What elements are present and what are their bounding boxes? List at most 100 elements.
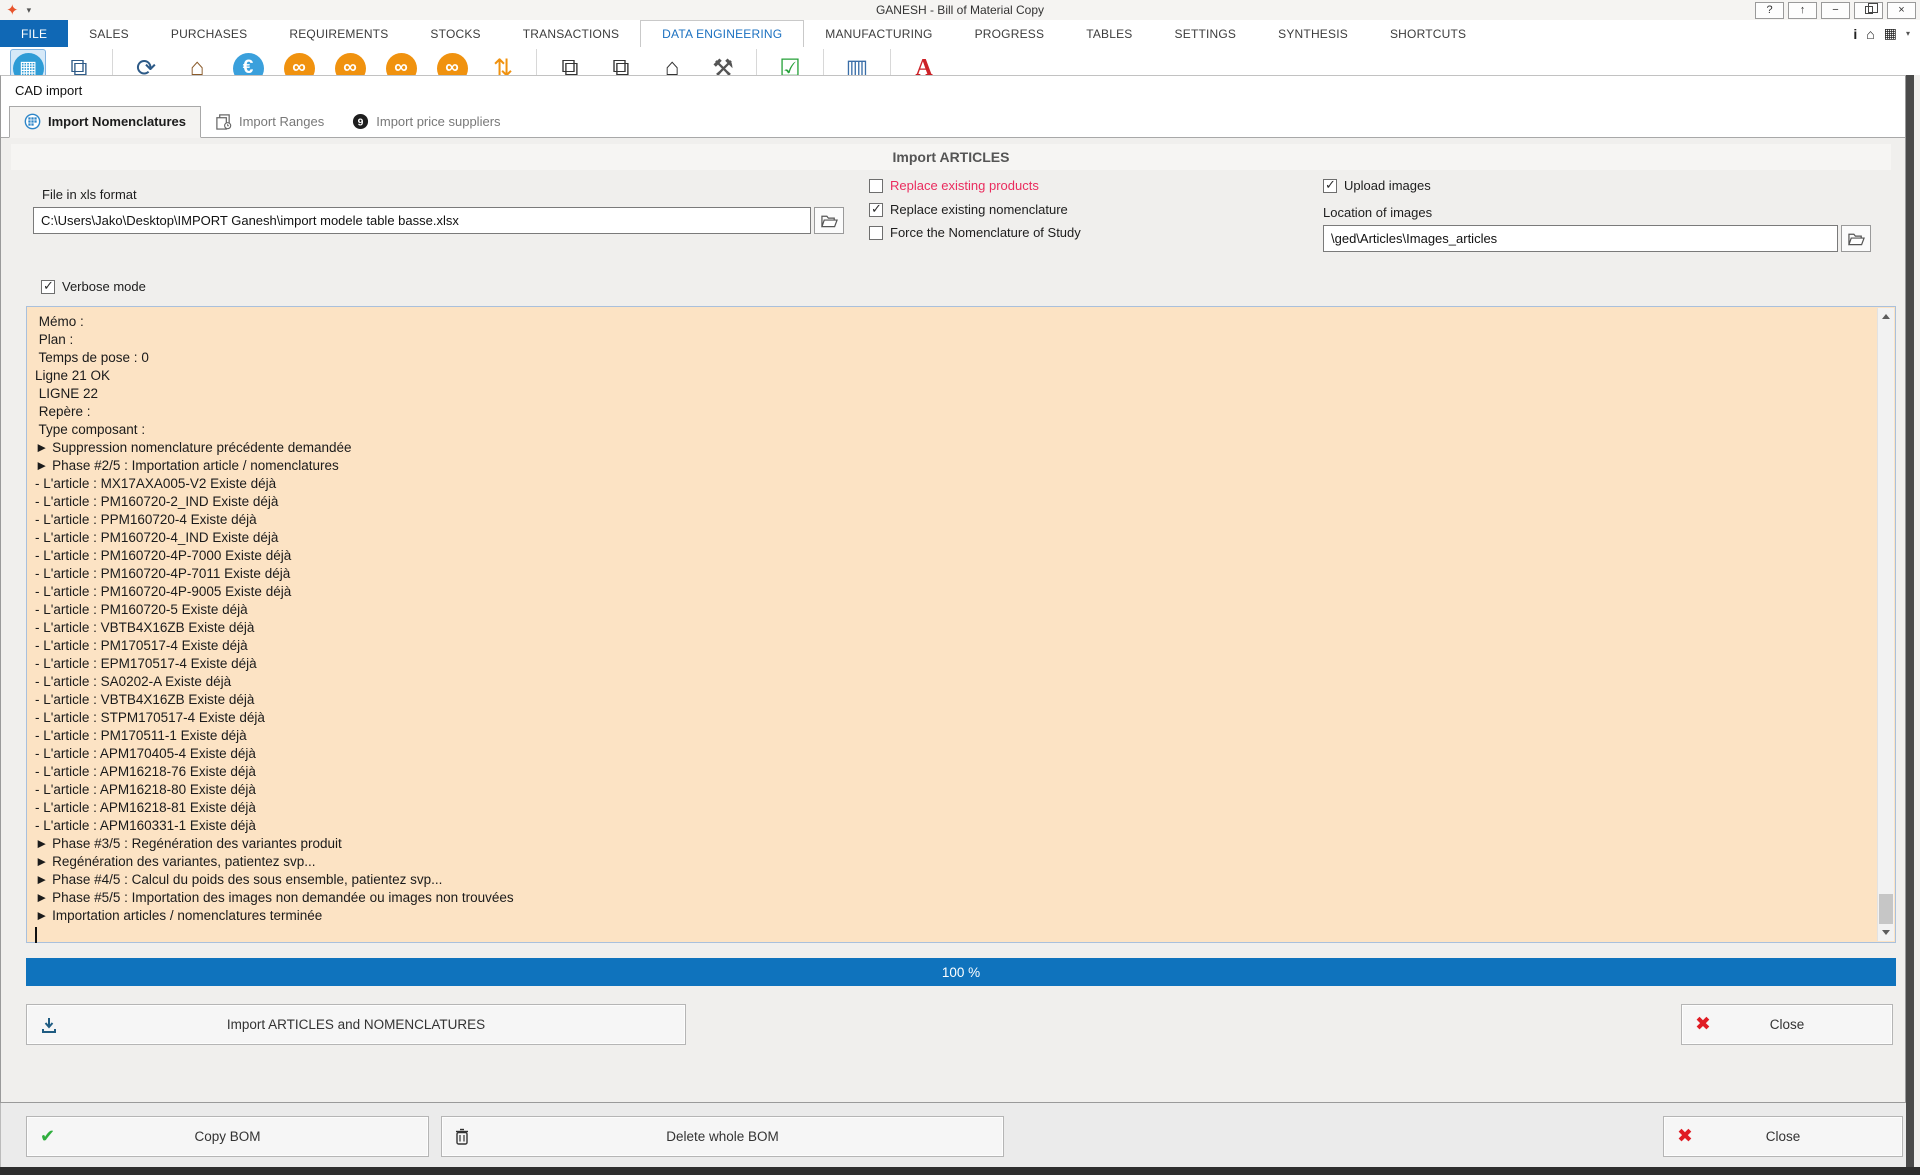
menu-stocks[interactable]: STOCKS: [409, 20, 501, 47]
copy-bom-multi-icon[interactable]: ⧉: [603, 49, 639, 75]
scroll-down-icon[interactable]: [1878, 924, 1894, 941]
menu-tables[interactable]: TABLES: [1065, 20, 1153, 47]
ranges-pages-icon: [215, 113, 232, 130]
text-caret: [35, 927, 37, 943]
menu-progress[interactable]: PROGRESS: [954, 20, 1066, 47]
cad-import-dialog: CAD import Import Nomenclatures Import R…: [0, 75, 1906, 1103]
trash-icon: [455, 1128, 469, 1145]
copy-bom-button[interactable]: ✔ Copy BOM: [26, 1116, 429, 1157]
images-location-input[interactable]: [1323, 225, 1838, 252]
option-label: Replace existing nomenclature: [890, 202, 1068, 217]
toolbar-separator: [536, 49, 537, 75]
import-log-text: Mémo : Plan : Temps de pose : 0 Ligne 21…: [35, 313, 1869, 925]
tab-import-price-suppliers[interactable]: 9 Import price suppliers: [338, 107, 514, 137]
window-title: GANESH - Bill of Material Copy: [0, 3, 1920, 17]
verbose-mode-checkbox[interactable]: [41, 280, 55, 294]
button-label: Close: [1770, 1017, 1805, 1032]
dialog-close-button[interactable]: ✖ Close: [1681, 1004, 1893, 1045]
tools-icon[interactable]: ⚒: [705, 49, 741, 75]
link-articles-icon-1[interactable]: ∞: [281, 49, 317, 75]
option-label: Upload images: [1344, 178, 1431, 193]
ribbon-toolbar: ▦ ⧉ ⟳ ⌂ € ∞ ∞ ∞ ∞ ⇅ ⧉ ⧉ ⌂ ⚒ ☑ ▥ A: [0, 47, 1920, 75]
minimize-button[interactable]: −: [1821, 2, 1850, 19]
browse-location-button[interactable]: [1841, 225, 1871, 252]
import-log-area[interactable]: Mémo : Plan : Temps de pose : 0 Ligne 21…: [26, 306, 1896, 943]
option-label: Force the Nomenclature of Study: [890, 225, 1081, 240]
menu-purchases[interactable]: PURCHASES: [150, 20, 268, 47]
dialog-title: CAD import: [1, 76, 1905, 104]
toolbar-separator: [890, 49, 891, 75]
menu-settings[interactable]: SETTINGS: [1154, 20, 1258, 47]
company-icon[interactable]: ▥: [839, 49, 875, 75]
home-maintenance-icon[interactable]: ⌂: [654, 49, 690, 75]
tab-import-nomenclatures[interactable]: Import Nomenclatures: [9, 106, 201, 138]
link-articles-icon-4[interactable]: ∞: [434, 49, 470, 75]
close-window-button[interactable]: ×: [1887, 2, 1916, 19]
menu-requirements[interactable]: REQUIREMENTS: [268, 20, 409, 47]
warning-a-icon[interactable]: A: [906, 49, 942, 75]
title-bar: ✦ ▾ GANESH - Bill of Material Copy ? ↑ −…: [0, 0, 1920, 20]
option-upload-images: Upload images: [1323, 178, 1431, 193]
button-label: Delete whole BOM: [666, 1129, 779, 1144]
euro-prices-icon[interactable]: €: [230, 49, 266, 75]
calculator-caret-icon[interactable]: ▾: [1906, 29, 1910, 38]
restore-button[interactable]: [1854, 2, 1883, 19]
window-bottom-edge: [0, 1167, 1920, 1175]
browse-file-button[interactable]: [814, 207, 844, 234]
log-scrollbar[interactable]: [1877, 308, 1894, 941]
option-label: Verbose mode: [62, 279, 146, 294]
close-x-icon: ✖: [1677, 1125, 1693, 1148]
open-folder-icon: [821, 214, 838, 228]
warehouse-import-icon[interactable]: ⌂: [179, 49, 215, 75]
menu-transactions[interactable]: TRANSACTIONS: [502, 20, 640, 47]
refresh-icon[interactable]: ⟳: [128, 49, 164, 75]
replace-nomenclature-checkbox[interactable]: [869, 203, 883, 217]
tab-label: Import Nomenclatures: [48, 114, 186, 129]
link-articles-icon-2[interactable]: ∞: [332, 49, 368, 75]
force-nomenclature-checkbox[interactable]: [869, 226, 883, 240]
bom-structure-icon[interactable]: ⧉: [61, 49, 97, 75]
transfer-icon[interactable]: ⇅: [485, 49, 521, 75]
menu-sales[interactable]: SALES: [68, 20, 150, 47]
footer-close-button[interactable]: ✖ Close: [1663, 1116, 1903, 1157]
section-title: Import ARTICLES: [11, 144, 1891, 170]
menu-file[interactable]: FILE: [0, 20, 68, 47]
scrollbar-thumb[interactable]: [1879, 894, 1893, 924]
menu-synthesis[interactable]: SYNTHESIS: [1257, 20, 1369, 47]
button-label: Copy BOM: [194, 1129, 260, 1144]
dialog-content: Import ARTICLES File in xls format Repla…: [1, 138, 1905, 1102]
help-button[interactable]: ?: [1755, 2, 1784, 19]
delete-whole-bom-button[interactable]: Delete whole BOM: [441, 1116, 1004, 1157]
bom-copy-footer: ✔ Copy BOM Delete whole BOM ✖ Close: [0, 1103, 1906, 1167]
validate-table-icon[interactable]: ☑: [772, 49, 808, 75]
price-suppliers-icon: 9: [352, 113, 369, 130]
window-controls: ? ↑ − ×: [1755, 2, 1916, 19]
menu-manufacturing[interactable]: MANUFACTURING: [804, 20, 953, 47]
file-field-label: File in xls format: [42, 187, 137, 202]
link-articles-icon-3[interactable]: ∞: [383, 49, 419, 75]
toolbar-separator: [756, 49, 757, 75]
menu-data-engineering[interactable]: DATA ENGINEERING: [640, 20, 804, 47]
location-field-label: Location of images: [1323, 205, 1432, 220]
open-folder-icon: [1848, 232, 1865, 246]
scroll-up-icon[interactable]: [1878, 308, 1894, 325]
menu-shortcuts[interactable]: SHORTCUTS: [1369, 20, 1487, 47]
copy-bom-icon[interactable]: ⧉: [552, 49, 588, 75]
cad-import-icon[interactable]: ▦: [10, 49, 46, 75]
dialog-tab-bar: Import Nomenclatures Import Ranges 9 Imp…: [1, 104, 1905, 138]
toolbar-separator: [112, 49, 113, 75]
tab-label: Import Ranges: [239, 114, 324, 129]
home-icon[interactable]: ⌂: [1866, 26, 1874, 42]
import-progress-bar: 100 %: [26, 958, 1896, 986]
info-icon[interactable]: i: [1853, 26, 1857, 42]
ribbon-toggle-button[interactable]: ↑: [1788, 2, 1817, 19]
import-articles-button[interactable]: Import ARTICLES and NOMENCLATURES: [26, 1004, 686, 1045]
file-path-input[interactable]: [33, 207, 811, 234]
tab-import-ranges[interactable]: Import Ranges: [201, 107, 338, 137]
option-verbose-mode: Verbose mode: [41, 279, 146, 294]
replace-products-checkbox[interactable]: [869, 179, 883, 193]
calculator-icon[interactable]: ▦: [1884, 25, 1897, 42]
download-icon: [40, 1016, 58, 1034]
upload-images-checkbox[interactable]: [1323, 179, 1337, 193]
button-label: Close: [1766, 1129, 1801, 1144]
